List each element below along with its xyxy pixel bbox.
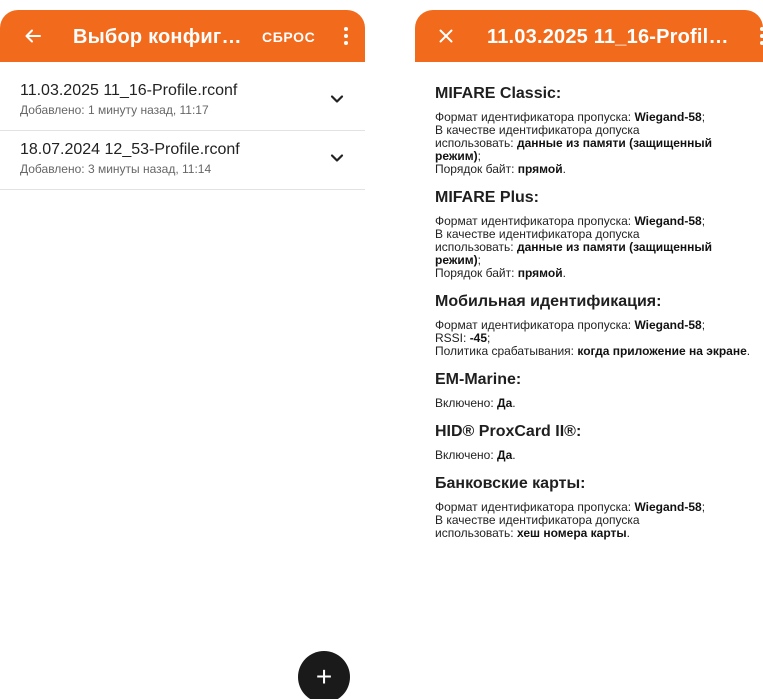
arrow-back-icon (25, 29, 41, 43)
field-value: Да (497, 396, 513, 410)
field-label: Формат идентификатора пропуска: (435, 500, 635, 514)
field-value: Wiegand-58 (634, 214, 702, 228)
add-config-button[interactable]: + (298, 651, 350, 699)
more-options-button[interactable] (334, 23, 358, 49)
section-title: MIFARE Plus: (435, 189, 540, 206)
field-value: когда приложение на экране (577, 344, 747, 358)
chevron-down-icon[interactable] (328, 90, 346, 108)
field-label: Формат идентификатора пропуска: (435, 110, 635, 124)
field-value: хеш номера карты (516, 526, 627, 540)
section-body: Включено: Да. (435, 397, 755, 410)
section-title: Мобильная идентификация: (435, 293, 662, 310)
plus-icon: + (315, 661, 333, 692)
section-body: Формат идентификатора пропуска: Wiegand-… (435, 111, 755, 176)
field-label: Формат идентификатора пропуска: (435, 318, 635, 332)
field-label: Включено: (435, 448, 498, 462)
punct: ; (487, 331, 491, 345)
config-details: MIFARE Classic: Формат идентификатора пр… (435, 72, 755, 540)
field-label: В качестве идентификатора допуска (435, 513, 640, 527)
section-hid-proxcard: HID® ProxCard II®: Включено: Да. (435, 423, 755, 462)
field-label: Политика срабатывания: (435, 344, 578, 358)
field-label: Порядок байт: (435, 162, 518, 176)
reset-button[interactable]: СБРОС (262, 29, 315, 45)
section-body: Формат идентификатора пропуска: Wiegand-… (435, 501, 755, 540)
config-details-screen: 11.03.2025 11_16-Profile.rc... MIFARE Cl… (415, 0, 763, 699)
file-name: 11.03.2025 11_16-Profile.rconf (20, 82, 238, 99)
section-body: Формат идентификатора пропуска: Wiegand-… (435, 215, 755, 280)
page-title: Выбор конфигурац... (73, 26, 251, 48)
field-label: Включено: (435, 396, 498, 410)
close-icon (439, 29, 453, 43)
section-title: Банковские карты: (435, 475, 586, 492)
back-button[interactable] (18, 21, 48, 51)
field-label: Формат идентификатора пропуска: (435, 214, 635, 228)
section-mobile-identification: Мобильная идентификация: Формат идентифи… (435, 293, 755, 358)
section-mifare-plus: MIFARE Plus: Формат идентификатора пропу… (435, 189, 755, 280)
more-options-button[interactable] (750, 23, 763, 49)
field-label: использовать: (435, 526, 517, 540)
field-label: RSSI: (435, 331, 470, 345)
field-label: В качестве идентификатора допуска (435, 123, 640, 137)
field-label: использовать: (435, 136, 517, 150)
list-item[interactable]: 18.07.2024 12_53-Profile.rconf Добавлено… (0, 131, 365, 190)
file-added-time: Добавлено: 1 минуту назад, 11:17 (20, 103, 209, 117)
punct: ; (477, 149, 481, 163)
section-mifare-classic: MIFARE Classic: Формат идентификатора пр… (435, 85, 755, 176)
punct: ; (701, 500, 706, 514)
config-file-list: 11.03.2025 11_16-Profile.rconf Добавлено… (0, 72, 365, 190)
field-label: В качестве идентификатора допуска (435, 227, 640, 241)
section-title: HID® ProxCard II®: (435, 423, 582, 440)
section-body: Включено: Да. (435, 449, 755, 462)
field-value: Да (497, 448, 513, 462)
config-select-screen: Выбор конфигурац... СБРОС 11.03.2025 11_… (0, 0, 365, 699)
field-value: прямой (517, 162, 563, 176)
field-value: Wiegand-58 (634, 110, 702, 124)
field-label: Порядок байт: (435, 266, 518, 280)
field-value: Wiegand-58 (634, 500, 702, 514)
punct: ; (477, 253, 481, 267)
punct: . (562, 162, 566, 176)
file-added-time: Добавлено: 3 минуты назад, 11:14 (20, 162, 212, 176)
punct: . (512, 396, 516, 410)
file-name: 18.07.2024 12_53-Profile.rconf (20, 141, 240, 158)
section-em-marine: EM-Marine: Включено: Да. (435, 371, 755, 410)
section-body: Формат идентификатора пропуска: Wiegand-… (435, 319, 755, 358)
page-title: 11.03.2025 11_16-Profile.rc... (487, 26, 737, 48)
chevron-down-icon[interactable] (328, 149, 346, 167)
punct: ; (701, 318, 706, 332)
list-item[interactable]: 11.03.2025 11_16-Profile.rconf Добавлено… (0, 72, 365, 131)
section-title: EM-Marine: (435, 371, 522, 388)
field-value: Wiegand-58 (634, 318, 702, 332)
punct: ; (701, 214, 706, 228)
punct: . (626, 526, 630, 540)
top-app-bar: Выбор конфигурац... СБРОС (0, 10, 365, 62)
punct: . (512, 448, 516, 462)
punct: . (562, 266, 566, 280)
field-label: использовать: (435, 240, 517, 254)
more-vert-icon (344, 27, 348, 45)
field-value: -45 (469, 331, 488, 345)
close-button[interactable] (431, 21, 461, 51)
punct: ; (701, 110, 706, 124)
top-app-bar: 11.03.2025 11_16-Profile.rc... (415, 10, 763, 62)
section-title: MIFARE Classic: (435, 85, 562, 102)
punct: . (746, 344, 751, 358)
field-value: прямой (517, 266, 563, 280)
section-bank-cards: Банковские карты: Формат идентификатора … (435, 475, 755, 540)
